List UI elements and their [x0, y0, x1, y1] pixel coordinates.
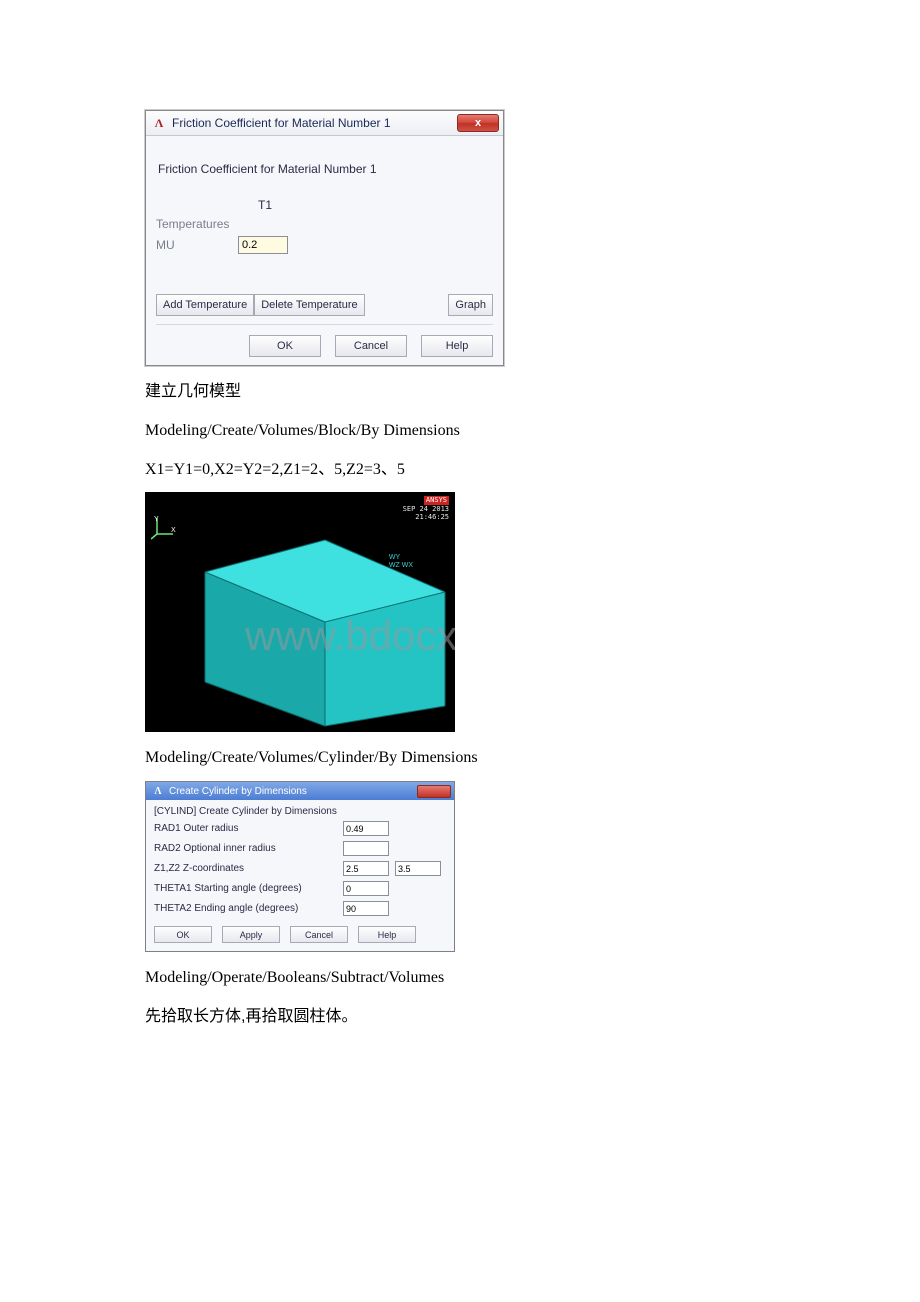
lambda-icon: Λ: [151, 784, 165, 798]
rad1-label: RAD1 Outer radius: [154, 823, 339, 834]
cylinder-dialog: Λ Create Cylinder by Dimensions [CYLIND]…: [145, 781, 455, 952]
text-build-geometry: 建立几何模型: [145, 380, 775, 405]
theta2-label: THETA2 Ending angle (degrees): [154, 903, 339, 914]
mu-label: MU: [156, 238, 238, 252]
coords-text: X1=Y1=0,X2=Y2=2,Z1=2、5,Z2=3、5: [145, 458, 775, 483]
block-svg: [145, 492, 455, 732]
column-header: T1: [238, 198, 292, 212]
dialog2-titlebar: Λ Create Cylinder by Dimensions: [146, 782, 454, 800]
dialog2-title: Create Cylinder by Dimensions: [169, 786, 413, 797]
rad2-input[interactable]: [343, 841, 389, 856]
z2-input[interactable]: [395, 861, 441, 876]
ok-button[interactable]: OK: [249, 335, 321, 357]
menu-path-cylinder: Modeling/Create/Volumes/Cylinder/By Dime…: [145, 746, 775, 771]
dialog2-buttons: OK Apply Cancel Help: [154, 922, 446, 943]
menu-path-subtract: Modeling/Operate/Booleans/Subtract/Volum…: [145, 966, 775, 991]
rad2-label: RAD2 Optional inner radius: [154, 843, 339, 854]
add-temperature-button[interactable]: Add Temperature: [156, 294, 254, 316]
z1-input[interactable]: [343, 861, 389, 876]
text-pick-order: 先拾取长方体,再拾取圆柱体。: [145, 1005, 775, 1030]
rad1-input[interactable]: [343, 821, 389, 836]
dialog2-body: [CYLIND] Create Cylinder by Dimensions R…: [146, 800, 454, 951]
theta2-row: THETA2 Ending angle (degrees): [154, 901, 446, 916]
theta1-row: THETA1 Starting angle (degrees): [154, 881, 446, 896]
dialog-body: Friction Coefficient for Material Number…: [146, 136, 503, 365]
z-label: Z1,Z2 Z-coordinates: [154, 863, 339, 874]
help-button[interactable]: Help: [358, 926, 416, 943]
theta2-input[interactable]: [343, 901, 389, 916]
spacer: [365, 294, 449, 316]
dialog-main-label: Friction Coefficient for Material Number…: [158, 162, 493, 176]
cancel-button[interactable]: Cancel: [335, 335, 407, 357]
menu-path-block: Modeling/Create/Volumes/Block/By Dimensi…: [145, 419, 775, 444]
friction-dialog: Λ Friction Coefficient for Material Numb…: [145, 110, 504, 366]
delete-temperature-button[interactable]: Delete Temperature: [254, 294, 364, 316]
ok-button[interactable]: OK: [154, 926, 212, 943]
dialog-titlebar: Λ Friction Coefficient for Material Numb…: [146, 111, 503, 136]
mu-grid: T1 Temperatures MU: [156, 198, 493, 254]
apply-button[interactable]: Apply: [222, 926, 280, 943]
document-page: Λ Friction Coefficient for Material Numb…: [0, 0, 920, 1080]
lambda-icon: Λ: [152, 116, 166, 130]
ansys-viewport: ANSYS SEP 24 2013 21:46:25 Y X WY WZ WX: [145, 492, 455, 732]
dialog2-header: [CYLIND] Create Cylinder by Dimensions: [154, 806, 446, 817]
close-button[interactable]: x: [457, 114, 499, 132]
cancel-button[interactable]: Cancel: [290, 926, 348, 943]
temperatures-label: Temperatures: [156, 217, 238, 231]
rad1-row: RAD1 Outer radius: [154, 821, 446, 836]
graph-button[interactable]: Graph: [448, 294, 493, 316]
z-row: Z1,Z2 Z-coordinates: [154, 861, 446, 876]
dialog-temp-buttons: Add Temperature Delete Temperature Graph: [156, 294, 493, 316]
help-button[interactable]: Help: [421, 335, 493, 357]
theta1-input[interactable]: [343, 881, 389, 896]
dialog-main-buttons: OK Cancel Help: [156, 324, 493, 357]
theta1-label: THETA1 Starting angle (degrees): [154, 883, 339, 894]
dialog-title: Friction Coefficient for Material Number…: [172, 116, 451, 130]
rad2-row: RAD2 Optional inner radius: [154, 841, 446, 856]
mu-input[interactable]: [238, 236, 288, 254]
close-button[interactable]: [417, 785, 451, 798]
